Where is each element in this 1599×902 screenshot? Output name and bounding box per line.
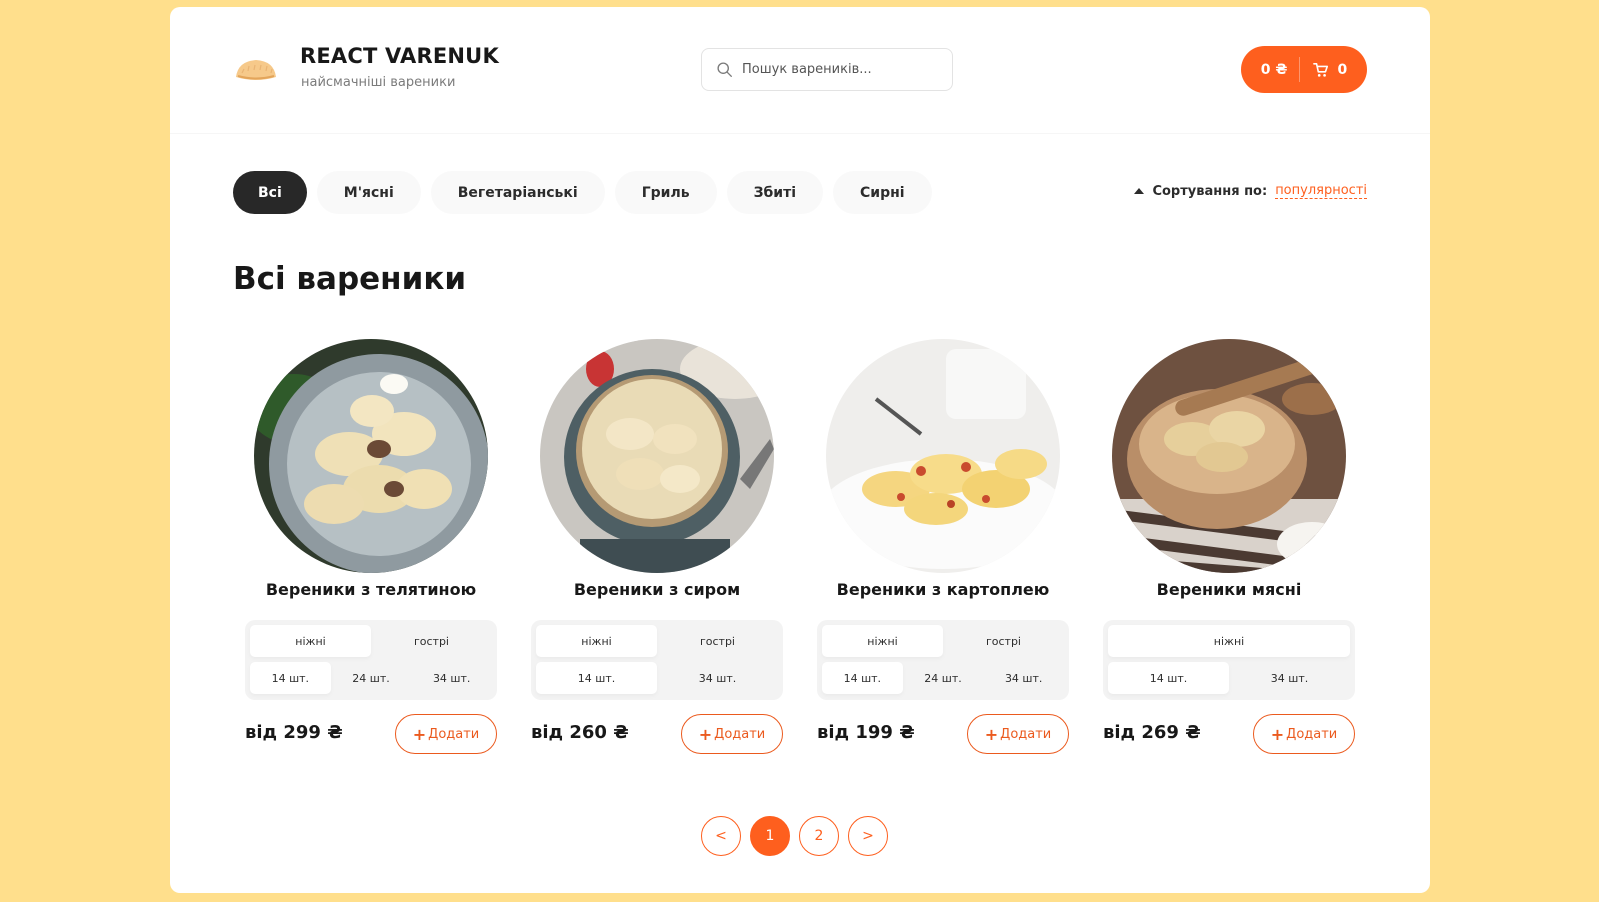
size-option[interactable]: 14 шт. [250,662,331,694]
size-option[interactable]: 14 шт. [536,662,657,694]
product-title: Вереники мясні [1156,580,1302,599]
type-options: ніжні гострі [250,625,492,657]
product-card: Вереники з сиром ніжні гострі 14 шт. 34 … [531,339,783,759]
size-options: 14 шт. 24 шт. 34 шт. [250,662,492,694]
cart-total: 0 ₴ [1260,61,1288,78]
product-options: ніжні 14 шт. 34 шт. [1103,620,1355,700]
product-title: Вереники з телятиною [265,580,477,599]
category-vegetarian[interactable]: Вегетаріанські [430,171,605,214]
size-option[interactable]: 34 шт. [1229,662,1350,694]
plus-icon: + [1270,724,1285,744]
category-all[interactable]: Всі [233,171,307,214]
varenyky-veal-photo [254,339,488,573]
plus-icon: + [984,724,999,744]
cart-button[interactable]: 0 ₴ 0 [1241,46,1367,93]
size-option[interactable]: 24 шт. [903,662,984,694]
pagination: < 1 2 > [701,816,897,856]
product-card: Вереники з телятиною ніжні гострі 14 шт.… [245,339,497,759]
pagination-next-button[interactable]: > [848,816,888,856]
product-options: ніжні гострі 14 шт. 24 шт. 34 шт. [245,620,497,700]
sort-control[interactable]: Сортування по: популярності [1134,183,1367,199]
type-option[interactable]: гострі [657,625,778,657]
product-price: від 269 ₴ [1103,722,1201,743]
varenyky-cheese-photo [540,339,774,573]
add-button-label: Додати [1000,726,1052,742]
pagination-prev-button[interactable]: < [701,816,741,856]
plus-icon: + [698,724,713,744]
product-image [254,339,488,573]
add-to-cart-button[interactable]: + Додати [681,714,783,754]
size-option[interactable]: 24 шт. [331,662,412,694]
product-price: від 199 ₴ [817,722,915,743]
product-title: Вереники з картоплею [836,580,1050,599]
product-title: Вереники з сиром [573,580,741,599]
search-box[interactable] [701,48,953,91]
pagination-page-2[interactable]: 2 [799,816,839,856]
product-image [540,339,774,573]
cart-count: 0 [1337,61,1348,78]
app-subtitle: найсмачніші вареники [301,75,456,90]
varenyky-potato-photo [826,339,1060,573]
add-button-label: Додати [428,726,480,742]
type-options: ніжні [1108,625,1350,657]
size-options: 14 шт. 24 шт. 34 шт. [822,662,1064,694]
add-to-cart-button[interactable]: + Додати [1253,714,1355,754]
app-title[interactable]: REACT VARENUK [300,44,499,68]
sort-label: Сортування по: [1152,183,1268,199]
size-option[interactable]: 14 шт. [1108,662,1229,694]
add-to-cart-button[interactable]: + Додати [395,714,497,754]
type-options: ніжні гострі [822,625,1064,657]
add-to-cart-button[interactable]: + Додати [967,714,1069,754]
page-container: REACT VARENUK найсмачніші вареники 0 ₴ 0 [170,7,1430,893]
product-image [826,339,1060,573]
product-options: ніжні гострі 14 шт. 24 шт. 34 шт. [817,620,1069,700]
pagination-page-1[interactable]: 1 [750,816,790,856]
category-cheese[interactable]: Сирні [833,171,932,214]
size-options: 14 шт. 34 шт. [1108,662,1350,694]
size-option[interactable]: 34 шт. [411,662,492,694]
type-option[interactable]: ніжні [822,625,943,657]
varenyky-meat-photo [1112,339,1346,573]
size-option[interactable]: 34 шт. [657,662,778,694]
sort-value[interactable]: популярності [1275,183,1367,199]
add-button-label: Додати [1286,726,1338,742]
plus-icon: + [412,724,427,744]
product-options: ніжні гострі 14 шт. 34 шт. [531,620,783,700]
product-grid: Вереники з телятиною ніжні гострі 14 шт.… [245,339,1355,759]
type-options: ніжні гострі [536,625,778,657]
type-option[interactable]: ніжні [1108,625,1350,657]
search-icon [717,62,732,77]
search-input[interactable] [742,62,942,77]
type-option[interactable]: гострі [943,625,1064,657]
type-option[interactable]: ніжні [536,625,657,657]
product-price: від 299 ₴ [245,722,343,743]
product-card: Вереники з картоплею ніжні гострі 14 шт.… [817,339,1069,759]
size-option[interactable]: 34 шт. [983,662,1064,694]
type-option[interactable]: гострі [371,625,492,657]
category-grill[interactable]: Гриль [614,171,717,214]
product-price: від 260 ₴ [531,722,629,743]
page-title: Всі вареники [233,261,467,297]
type-option[interactable]: ніжні [250,625,371,657]
size-option[interactable]: 14 шт. [822,662,903,694]
sort-arrow-up-icon [1134,188,1145,194]
cart-icon [1313,62,1329,77]
header: REACT VARENUK найсмачніші вареники 0 ₴ 0 [170,7,1430,134]
product-card: Вереники мясні ніжні 14 шт. 34 шт. від 2… [1103,339,1355,759]
product-image [1112,339,1346,573]
category-whipped[interactable]: Збиті [726,171,824,214]
category-tabs: Всі М'ясні Вегетаріанські Гриль Збиті Си… [233,171,942,214]
varenyk-logo-icon [236,60,276,80]
category-meat[interactable]: М'ясні [316,171,421,214]
size-options: 14 шт. 34 шт. [536,662,778,694]
add-button-label: Додати [714,726,766,742]
cart-count-wrap: 0 [1300,62,1347,78]
